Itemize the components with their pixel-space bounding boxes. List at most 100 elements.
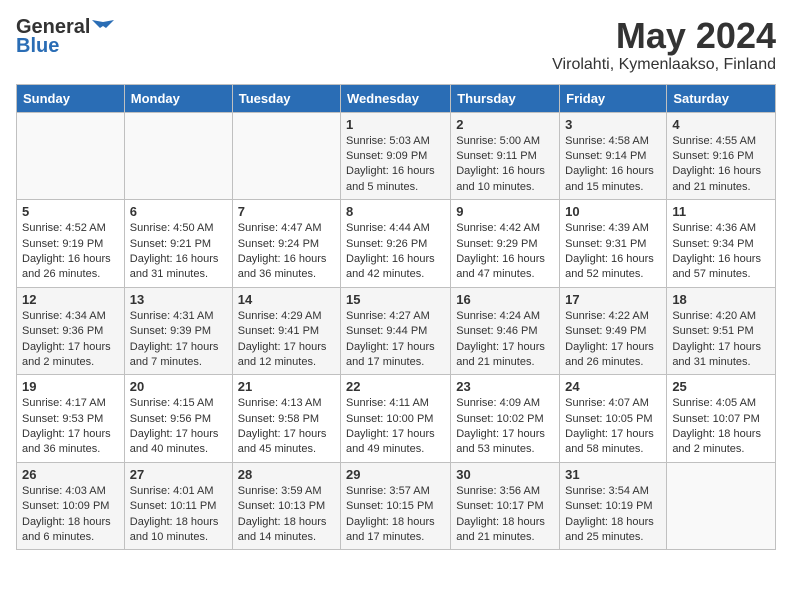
day-detail: Sunrise: 4:20 AMSunset: 9:51 PMDaylight:… xyxy=(672,310,761,368)
weekday-header-thursday: Thursday xyxy=(451,84,560,112)
day-number: 16 xyxy=(456,292,554,307)
day-number: 28 xyxy=(238,467,335,482)
day-number: 12 xyxy=(22,292,119,307)
day-detail: Sunrise: 4:50 AMSunset: 9:21 PMDaylight:… xyxy=(130,222,219,280)
day-number: 1 xyxy=(346,117,445,132)
day-detail: Sunrise: 4:58 AMSunset: 9:14 PMDaylight:… xyxy=(565,135,654,193)
logo: General Blue xyxy=(16,16,116,58)
week-row-3: 12 Sunrise: 4:34 AMSunset: 9:36 PMDayligh… xyxy=(17,287,776,375)
page-header: General Blue May 2024 Virolahti, Kymenla… xyxy=(16,16,776,74)
calendar-cell: 10 Sunrise: 4:39 AMSunset: 9:31 PMDayligh… xyxy=(560,200,667,288)
day-number: 20 xyxy=(130,379,227,394)
calendar-cell: 4Sunrise: 4:55 AMSunset: 9:16 PMDaylight… xyxy=(667,112,776,200)
day-number: 5 xyxy=(22,204,119,219)
day-number: 26 xyxy=(22,467,119,482)
day-number: 27 xyxy=(130,467,227,482)
weekday-header-wednesday: Wednesday xyxy=(341,84,451,112)
calendar-table: SundayMondayTuesdayWednesdayThursdayFrid… xyxy=(16,84,776,551)
calendar-cell: 22 Sunrise: 4:11 AMSunset: 10:00 PMDaylig… xyxy=(341,375,451,463)
weekday-header-sunday: Sunday xyxy=(17,84,125,112)
day-detail: Sunrise: 4:11 AMSunset: 10:00 PMDaylight… xyxy=(346,397,435,455)
day-detail: Sunrise: 3:54 AMSunset: 10:19 PMDaylight… xyxy=(565,485,654,543)
weekday-header-tuesday: Tuesday xyxy=(232,84,340,112)
title-block: May 2024 Virolahti, Kymenlaakso, Finland xyxy=(552,16,776,74)
calendar-cell: 7Sunrise: 4:47 AMSunset: 9:24 PMDaylight… xyxy=(232,200,340,288)
weekday-header-monday: Monday xyxy=(124,84,232,112)
week-row-1: 1 Sunrise: 5:03 AMSunset: 9:09 PMDaylight… xyxy=(17,112,776,200)
calendar-cell: 27 Sunrise: 4:01 AMSunset: 10:11 PMDaylig… xyxy=(124,462,232,550)
calendar-cell: 15Sunrise: 4:27 AMSunset: 9:44 PMDayligh… xyxy=(341,287,451,375)
day-number: 30 xyxy=(456,467,554,482)
day-detail: Sunrise: 4:03 AMSunset: 10:09 PMDaylight… xyxy=(22,485,111,543)
calendar-cell: 26 Sunrise: 4:03 AMSunset: 10:09 PMDaylig… xyxy=(17,462,125,550)
day-number: 31 xyxy=(565,467,661,482)
day-number: 3 xyxy=(565,117,661,132)
calendar-cell: 29Sunrise: 3:57 AMSunset: 10:15 PMDaylig… xyxy=(341,462,451,550)
calendar-cell: 24Sunrise: 4:07 AMSunset: 10:05 PMDaylig… xyxy=(560,375,667,463)
day-number: 21 xyxy=(238,379,335,394)
calendar-cell: 3 Sunrise: 4:58 AMSunset: 9:14 PMDaylight… xyxy=(560,112,667,200)
weekday-header-row: SundayMondayTuesdayWednesdayThursdayFrid… xyxy=(17,84,776,112)
calendar-cell: 14 Sunrise: 4:29 AMSunset: 9:41 PMDayligh… xyxy=(232,287,340,375)
day-number: 7 xyxy=(238,204,335,219)
calendar-cell: 16 Sunrise: 4:24 AMSunset: 9:46 PMDayligh… xyxy=(451,287,560,375)
day-number: 19 xyxy=(22,379,119,394)
calendar-cell: 17 Sunrise: 4:22 AMSunset: 9:49 PMDayligh… xyxy=(560,287,667,375)
day-number: 4 xyxy=(672,117,770,132)
day-number: 10 xyxy=(565,204,661,219)
calendar-cell xyxy=(232,112,340,200)
day-detail: Sunrise: 4:24 AMSunset: 9:46 PMDaylight:… xyxy=(456,310,545,368)
month-title: May 2024 xyxy=(552,16,776,56)
calendar-cell: 13 Sunrise: 4:31 AMSunset: 9:39 PMDayligh… xyxy=(124,287,232,375)
day-number: 11 xyxy=(672,204,770,219)
day-detail: Sunrise: 4:01 AMSunset: 10:11 PMDaylight… xyxy=(130,485,219,543)
day-detail: Sunrise: 3:59 AMSunset: 10:13 PMDaylight… xyxy=(238,485,327,543)
day-detail: Sunrise: 5:00 AMSunset: 9:11 PMDaylight:… xyxy=(456,135,545,193)
calendar-cell: 31 Sunrise: 3:54 AMSunset: 10:19 PMDaylig… xyxy=(560,462,667,550)
day-number: 17 xyxy=(565,292,661,307)
calendar-cell: 25Sunrise: 4:05 AMSunset: 10:07 PMDaylig… xyxy=(667,375,776,463)
day-number: 25 xyxy=(672,379,770,394)
day-number: 2 xyxy=(456,117,554,132)
day-detail: Sunrise: 4:29 AMSunset: 9:41 PMDaylight:… xyxy=(238,310,327,368)
day-detail: Sunrise: 4:42 AMSunset: 9:29 PMDaylight:… xyxy=(456,222,545,280)
calendar-cell: 30Sunrise: 3:56 AMSunset: 10:17 PMDaylig… xyxy=(451,462,560,550)
day-detail: Sunrise: 5:03 AMSunset: 9:09 PMDaylight:… xyxy=(346,135,435,193)
logo-bird-icon xyxy=(92,20,114,36)
day-detail: Sunrise: 4:52 AMSunset: 9:19 PMDaylight:… xyxy=(22,222,111,280)
calendar-cell: 2 Sunrise: 5:00 AMSunset: 9:11 PMDaylight… xyxy=(451,112,560,200)
calendar-cell: 28 Sunrise: 3:59 AMSunset: 10:13 PMDaylig… xyxy=(232,462,340,550)
day-detail: Sunrise: 4:44 AMSunset: 9:26 PMDaylight:… xyxy=(346,222,435,280)
day-detail: Sunrise: 4:31 AMSunset: 9:39 PMDaylight:… xyxy=(130,310,219,368)
weekday-header-friday: Friday xyxy=(560,84,667,112)
calendar-cell: 8Sunrise: 4:44 AMSunset: 9:26 PMDaylight… xyxy=(341,200,451,288)
day-detail: Sunrise: 4:09 AMSunset: 10:02 PMDaylight… xyxy=(456,397,545,455)
calendar-cell: 19 Sunrise: 4:17 AMSunset: 9:53 PMDayligh… xyxy=(17,375,125,463)
calendar-cell xyxy=(667,462,776,550)
day-number: 9 xyxy=(456,204,554,219)
day-number: 29 xyxy=(346,467,445,482)
calendar-cell: 20Sunrise: 4:15 AMSunset: 9:56 PMDayligh… xyxy=(124,375,232,463)
day-detail: Sunrise: 4:36 AMSunset: 9:34 PMDaylight:… xyxy=(672,222,761,280)
location-title: Virolahti, Kymenlaakso, Finland xyxy=(552,56,776,74)
day-detail: Sunrise: 4:27 AMSunset: 9:44 PMDaylight:… xyxy=(346,310,435,368)
day-number: 14 xyxy=(238,292,335,307)
day-detail: Sunrise: 4:39 AMSunset: 9:31 PMDaylight:… xyxy=(565,222,654,280)
day-detail: Sunrise: 4:34 AMSunset: 9:36 PMDaylight:… xyxy=(22,310,111,368)
logo-blue: Blue xyxy=(16,35,59,58)
day-number: 13 xyxy=(130,292,227,307)
week-row-2: 5 Sunrise: 4:52 AMSunset: 9:19 PMDaylight… xyxy=(17,200,776,288)
calendar-cell: 23Sunrise: 4:09 AMSunset: 10:02 PMDaylig… xyxy=(451,375,560,463)
week-row-5: 26 Sunrise: 4:03 AMSunset: 10:09 PMDaylig… xyxy=(17,462,776,550)
day-number: 18 xyxy=(672,292,770,307)
weekday-header-saturday: Saturday xyxy=(667,84,776,112)
day-number: 22 xyxy=(346,379,445,394)
day-detail: Sunrise: 4:22 AMSunset: 9:49 PMDaylight:… xyxy=(565,310,654,368)
calendar-cell: 12 Sunrise: 4:34 AMSunset: 9:36 PMDayligh… xyxy=(17,287,125,375)
calendar-cell xyxy=(124,112,232,200)
day-number: 24 xyxy=(565,379,661,394)
calendar-cell: 1 Sunrise: 5:03 AMSunset: 9:09 PMDaylight… xyxy=(341,112,451,200)
calendar-cell: 9 Sunrise: 4:42 AMSunset: 9:29 PMDaylight… xyxy=(451,200,560,288)
calendar-cell xyxy=(17,112,125,200)
day-detail: Sunrise: 4:17 AMSunset: 9:53 PMDaylight:… xyxy=(22,397,111,455)
